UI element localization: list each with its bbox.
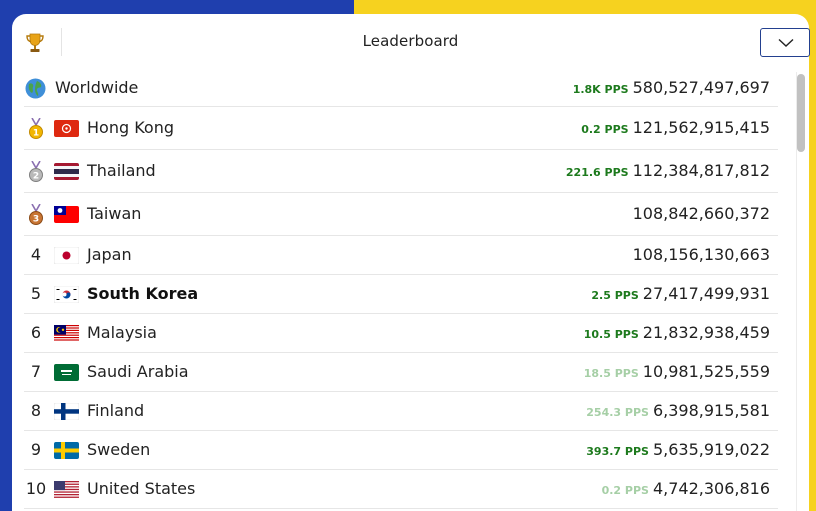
- flag-icon: [54, 402, 79, 420]
- row-country-name: Sweden: [87, 440, 151, 459]
- leaderboard-panel: Leaderboard Worldwide 1.8K PPS 580,527,497…: [12, 14, 810, 511]
- globe-icon: [25, 78, 46, 98]
- svg-text:1: 1: [33, 129, 39, 139]
- leaderboard-row[interactable]: 5 South Korea 2.5 PPS 27,417,499,931: [24, 275, 778, 314]
- row-pps: 254.3 PPS: [586, 406, 649, 419]
- row-pps: 2.5 PPS: [591, 289, 639, 302]
- chevron-down-icon: [778, 38, 794, 47]
- row-score-group: 2.5 PPS 27,417,499,931: [591, 284, 770, 303]
- row-score: 5,635,919,022: [652, 440, 770, 459]
- row-country-name: Malaysia: [87, 323, 157, 342]
- flag-icon: [54, 480, 79, 498]
- row-rank: 4: [30, 245, 42, 264]
- row-country-name: Thailand: [87, 161, 156, 180]
- row-pps: 0.2 PPS: [601, 484, 649, 497]
- leaderboard-row[interactable]: 4 Japan 108,156,130,663: [24, 236, 778, 275]
- leaderboard-row[interactable]: 10 United States 0.2 PPS 4,742,306,816: [24, 470, 778, 509]
- svg-text:2: 2: [33, 172, 39, 182]
- row-rank: 6: [30, 323, 42, 342]
- leaderboard-row[interactable]: 1 Hong Kong 0.2 PPS 121,562,915,415: [24, 107, 778, 150]
- row-score: 108,842,660,372: [632, 204, 770, 223]
- row-score: 121,562,915,415: [632, 118, 770, 137]
- bronze-medal-icon: 3: [29, 204, 43, 225]
- row-pps: 0.2 PPS: [581, 123, 629, 136]
- row-rank: 10: [25, 479, 47, 498]
- row-score: 112,384,817,812: [632, 161, 770, 180]
- row-score-group: 0.2 PPS 121,562,915,415: [581, 118, 770, 137]
- leaderboard-row[interactable]: 3 Taiwan 108,842,660,372: [24, 193, 778, 236]
- row-score-group: 108,156,130,663: [633, 245, 770, 264]
- row-pps: 18.5 PPS: [583, 367, 639, 380]
- region-dropdown-button[interactable]: [760, 28, 810, 57]
- row-rank: 5: [30, 284, 42, 303]
- row-pps: 10.5 PPS: [583, 328, 639, 341]
- row-pps: 393.7 PPS: [586, 445, 649, 458]
- row-pps: 221.6 PPS: [565, 166, 629, 179]
- row-score-group: 221.6 PPS 112,384,817,812: [566, 161, 770, 180]
- row-rank: 9: [30, 440, 42, 459]
- flag-icon: [54, 324, 79, 342]
- flag-icon: [54, 246, 79, 264]
- row-score: 10,981,525,559: [642, 362, 770, 381]
- flag-icon: [54, 441, 79, 459]
- row-country-name: South Korea: [87, 284, 199, 303]
- row-score-group: 254.3 PPS 6,398,915,581: [586, 401, 770, 420]
- row-score-group: 10.5 PPS 21,832,938,459: [584, 323, 770, 342]
- silver-medal-icon: 2: [29, 161, 43, 182]
- scrollbar-thumb[interactable]: [797, 74, 805, 152]
- row-score-group: 0.2 PPS 4,742,306,816: [602, 479, 770, 498]
- row-country-name: Hong Kong: [87, 118, 174, 137]
- flag-icon: [54, 363, 79, 381]
- row-country-name: Finland: [87, 401, 145, 420]
- row-rank: 8: [30, 401, 42, 420]
- row-score: 580,527,497,697: [632, 78, 770, 97]
- row-score-group: 18.5 PPS 10,981,525,559: [584, 362, 770, 381]
- row-country-name: United States: [87, 479, 196, 498]
- page-title: Leaderboard: [362, 32, 459, 50]
- leaderboard-list: Worldwide 1.8K PPS 580,527,497,697 1 Hong Ko…: [24, 70, 778, 509]
- row-country-name: Saudi Arabia: [87, 362, 189, 381]
- row-pps: 1.8K PPS: [572, 83, 629, 96]
- row-score-group: 1.8K PPS 580,527,497,697: [573, 78, 770, 97]
- svg-text:3: 3: [33, 215, 39, 225]
- gold-medal-icon: 1: [29, 118, 43, 139]
- leaderboard-row[interactable]: 9 Sweden 393.7 PPS 5,635,919,022: [24, 431, 778, 470]
- leaderboard-row[interactable]: Worldwide 1.8K PPS 580,527,497,697: [24, 70, 778, 107]
- flag-icon: [54, 285, 79, 303]
- row-rank: 7: [30, 362, 42, 381]
- leaderboard-header: Leaderboard: [12, 14, 810, 72]
- leaderboard-row[interactable]: 8 Finland 254.3 PPS 6,398,915,581: [24, 392, 778, 431]
- row-score-group: 393.7 PPS 5,635,919,022: [586, 440, 770, 459]
- row-score: 4,742,306,816: [652, 479, 770, 498]
- row-country-name: Japan: [87, 245, 132, 264]
- row-score: 6,398,915,581: [652, 401, 770, 420]
- row-score-group: 108,842,660,372: [633, 204, 770, 223]
- row-score: 21,832,938,459: [642, 323, 770, 342]
- leaderboard-row[interactable]: 6 Malaysia 10.5 PPS 21,832,938,459: [24, 314, 778, 353]
- row-country-name: Taiwan: [87, 204, 142, 223]
- leaderboard-row[interactable]: 2 Thailand 221.6 PPS 112,384,817,812: [24, 150, 778, 193]
- flag-icon: [54, 119, 79, 137]
- flag-icon: [54, 162, 79, 180]
- row-score: 108,156,130,663: [632, 245, 770, 264]
- row-country-name: Worldwide: [55, 78, 139, 97]
- leaderboard-row[interactable]: 7 Saudi Arabia 18.5 PPS 10,981,525,559: [24, 353, 778, 392]
- flag-icon: [54, 205, 79, 223]
- row-score: 27,417,499,931: [642, 284, 770, 303]
